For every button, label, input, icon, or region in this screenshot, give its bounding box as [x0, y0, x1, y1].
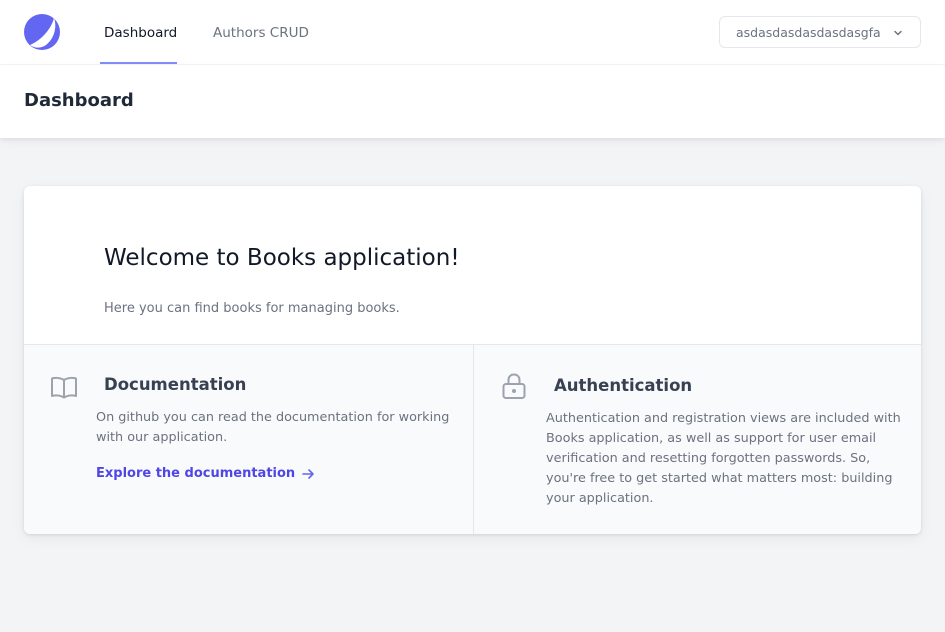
page-title: Dashboard — [24, 90, 134, 111]
nav-link-dashboard-label: Dashboard — [104, 24, 178, 41]
explore-documentation-label: Explore the documentation — [96, 466, 296, 481]
top-navigation: Dashboard Authors CRUD asdasdasdasdasdas… — [0, 0, 945, 65]
book-open-icon — [51, 376, 77, 399]
lock-icon — [502, 373, 526, 399]
feature-text-line: you're free to get started what matters … — [546, 471, 893, 486]
feature-grid: Documentation On github you can read the… — [24, 344, 921, 534]
feature-text-line: verification and resetting forgotten pas… — [546, 451, 871, 466]
page-header: Dashboard — [0, 65, 945, 138]
feature-text-documentation: On github you can read the documentation… — [96, 408, 449, 448]
nav-link-authors-crud[interactable]: Authors CRUD — [213, 0, 309, 65]
active-nav-indicator — [100, 62, 177, 64]
welcome-title: Welcome to Books application! — [104, 245, 460, 271]
feature-text-line: Authentication and registration views ar… — [546, 411, 901, 426]
feature-text-line: your application. — [546, 491, 654, 506]
explore-documentation-link[interactable]: Explore the documentation — [96, 464, 315, 484]
welcome-card: Welcome to Books application! Here you c… — [24, 186, 921, 534]
feature-title-authentication: Authentication — [554, 376, 693, 395]
feature-text-line: On github you can read the documentation… — [96, 410, 450, 425]
welcome-subtitle: Here you can find books for managing boo… — [104, 301, 400, 316]
user-dropdown-button[interactable]: asdasdasdasdasdasgfa — [719, 16, 921, 48]
nav-link-dashboard[interactable]: Dashboard — [104, 0, 177, 65]
feature-title-documentation: Documentation — [104, 375, 247, 394]
user-name: asdasdasdasdasdasgfa — [736, 24, 881, 40]
feature-text-authentication: Authentication and registration views ar… — [546, 409, 901, 509]
chevron-down-icon — [894, 30, 902, 36]
nav-link-authors-crud-label: Authors CRUD — [213, 24, 309, 41]
logo-crescent-icon[interactable] — [24, 14, 60, 50]
arrow-right-icon — [302, 469, 314, 479]
feature-text-line: with our application. — [96, 430, 228, 445]
feature-text-line: Books application, as well as support fo… — [546, 431, 877, 446]
feature-divider — [473, 345, 474, 534]
